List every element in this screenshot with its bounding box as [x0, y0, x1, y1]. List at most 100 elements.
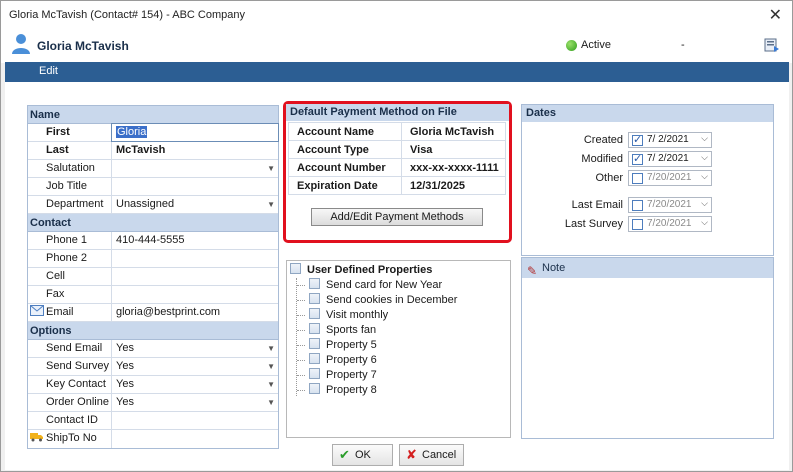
- email-field[interactable]: gloria@bestprint.com: [112, 304, 278, 321]
- grid-row-fax[interactable]: Fax: [28, 286, 278, 304]
- checkbox[interactable]: [632, 152, 643, 165]
- grid-row-send-survey[interactable]: Send Survey Yes ▼: [28, 358, 278, 376]
- payment-label: Account Type: [288, 140, 402, 159]
- checkbox[interactable]: [309, 323, 320, 334]
- contact-id-field[interactable]: [112, 412, 278, 429]
- checkbox[interactable]: [632, 173, 643, 184]
- chevron-down-icon[interactable]: ⌵: [701, 133, 708, 144]
- chevron-down-icon[interactable]: ▼: [267, 160, 275, 177]
- grid-row-salutation[interactable]: Salutation ▼: [28, 160, 278, 178]
- grid-row-first[interactable]: First Gloria: [28, 123, 279, 142]
- checkbox[interactable]: [309, 353, 320, 364]
- shipto-label[interactable]: ShipTo No: [28, 430, 112, 448]
- udp-item[interactable]: Send card for New Year: [309, 278, 442, 293]
- export-icon[interactable]: [764, 37, 780, 53]
- checkbox[interactable]: [290, 263, 301, 274]
- close-icon[interactable]: ✕: [769, 5, 782, 25]
- grid-row-department[interactable]: Department Unassigned ▼: [28, 196, 278, 214]
- payment-table: Account Name Gloria McTavish Account Typ…: [288, 122, 506, 195]
- section-name: Name: [28, 106, 278, 124]
- grid-row-phone1[interactable]: Phone 1 410-444-5555: [28, 232, 278, 250]
- edit-menu[interactable]: Edit: [39, 65, 58, 77]
- udp-item[interactable]: Sports fan: [309, 323, 376, 338]
- key-contact-dropdown[interactable]: Yes ▼: [112, 376, 278, 393]
- grid-row-contact-id[interactable]: Contact ID: [28, 412, 278, 430]
- ok-button[interactable]: ✔ OK: [332, 444, 393, 466]
- title-bar: Gloria McTavish (Contact# 154) - ABC Com…: [1, 1, 792, 29]
- checkbox[interactable]: [632, 200, 643, 211]
- checkbox[interactable]: [309, 293, 320, 304]
- udp-item[interactable]: Property 7: [309, 368, 377, 383]
- other-date-picker[interactable]: 7/20/2021 ⌵: [628, 170, 712, 186]
- checkbox[interactable]: [309, 383, 320, 394]
- note-textarea[interactable]: [522, 279, 773, 438]
- last-survey-date-picker[interactable]: 7/20/2021 ⌵: [628, 216, 712, 232]
- truck-icon[interactable]: [30, 431, 44, 442]
- checkbox[interactable]: [632, 133, 643, 146]
- chevron-down-icon[interactable]: ▼: [267, 394, 275, 411]
- udp-item[interactable]: Property 8: [309, 383, 377, 398]
- grid-row-last[interactable]: Last McTavish: [28, 142, 278, 160]
- grid-row-send-email[interactable]: Send Email Yes ▼: [28, 340, 278, 358]
- udp-item-label: Send cookies in December: [326, 294, 458, 306]
- grid-row-cell[interactable]: Cell: [28, 268, 278, 286]
- checkbox[interactable]: [309, 338, 320, 349]
- last-name-field[interactable]: McTavish: [112, 142, 278, 159]
- order-online-dropdown[interactable]: Yes ▼: [112, 394, 278, 411]
- grid-row-phone2[interactable]: Phone 2: [28, 250, 278, 268]
- grid-label: Last: [28, 142, 112, 159]
- cancel-button[interactable]: ✘ Cancel: [399, 444, 464, 466]
- udp-root[interactable]: User Defined Properties: [290, 263, 432, 276]
- checkbox[interactable]: [309, 368, 320, 379]
- job-title-field[interactable]: [112, 178, 278, 195]
- payment-label: Account Name: [288, 122, 402, 141]
- checkbox[interactable]: [632, 219, 643, 230]
- send-survey-dropdown[interactable]: Yes ▼: [112, 358, 278, 375]
- salutation-dropdown[interactable]: ▼: [112, 160, 278, 177]
- chevron-down-icon[interactable]: ⌵: [701, 198, 708, 209]
- tree-connector: [297, 360, 305, 361]
- checkbox[interactable]: [309, 308, 320, 319]
- udp-item[interactable]: Property 6: [309, 353, 377, 368]
- udp-item[interactable]: Visit monthly: [309, 308, 388, 323]
- add-edit-payment-button[interactable]: Add/Edit Payment Methods: [311, 208, 483, 226]
- grid-row-job-title[interactable]: Job Title: [28, 178, 278, 196]
- grid-row-order-online[interactable]: Order Online Yes ▼: [28, 394, 278, 412]
- phone1-field[interactable]: 410-444-5555: [112, 232, 278, 249]
- payment-row: Expiration Date 12/31/2025: [288, 176, 506, 195]
- created-date-picker[interactable]: 7/ 2/2021 ⌵: [628, 132, 712, 148]
- date-label: Last Email: [571, 199, 623, 211]
- grid-label: Fax: [28, 286, 112, 303]
- grid-row-key-contact[interactable]: Key Contact Yes ▼: [28, 376, 278, 394]
- email-label[interactable]: Email: [28, 304, 112, 321]
- department-dropdown[interactable]: Unassigned ▼: [112, 196, 278, 213]
- modified-date-picker[interactable]: 7/ 2/2021 ⌵: [628, 151, 712, 167]
- email-icon[interactable]: [30, 305, 44, 316]
- payment-row: Account Name Gloria McTavish: [288, 122, 506, 141]
- chevron-down-icon[interactable]: ▼: [267, 376, 275, 393]
- chevron-down-icon[interactable]: ⌵: [701, 217, 708, 228]
- checkbox[interactable]: [309, 278, 320, 289]
- tree-connector: [297, 390, 305, 391]
- udp-item[interactable]: Property 5: [309, 338, 377, 353]
- grid-label: Phone 1: [28, 232, 112, 249]
- payment-row: Account Type Visa: [288, 140, 506, 159]
- date-value: 7/20/2021: [647, 172, 692, 183]
- chevron-down-icon[interactable]: ▼: [267, 340, 275, 357]
- status-text[interactable]: Active: [581, 39, 611, 51]
- send-email-dropdown[interactable]: Yes ▼: [112, 340, 278, 357]
- chevron-down-icon[interactable]: ⌵: [701, 171, 708, 182]
- chevron-down-icon[interactable]: ▼: [267, 196, 275, 213]
- chevron-down-icon[interactable]: ⌵: [701, 152, 708, 163]
- chevron-down-icon[interactable]: ▼: [267, 358, 275, 375]
- last-email-date-picker[interactable]: 7/20/2021 ⌵: [628, 197, 712, 213]
- fax-field[interactable]: [112, 286, 278, 303]
- cell-field[interactable]: [112, 268, 278, 285]
- first-name-field[interactable]: Gloria: [111, 123, 279, 142]
- udp-item[interactable]: Send cookies in December: [309, 293, 457, 308]
- grid-row-email[interactable]: Email gloria@bestprint.com: [28, 304, 278, 322]
- shipto-field[interactable]: [112, 430, 278, 448]
- grid-row-shipto[interactable]: ShipTo No: [28, 430, 278, 448]
- phone2-field[interactable]: [112, 250, 278, 267]
- cancel-x-icon: ✘: [406, 447, 417, 462]
